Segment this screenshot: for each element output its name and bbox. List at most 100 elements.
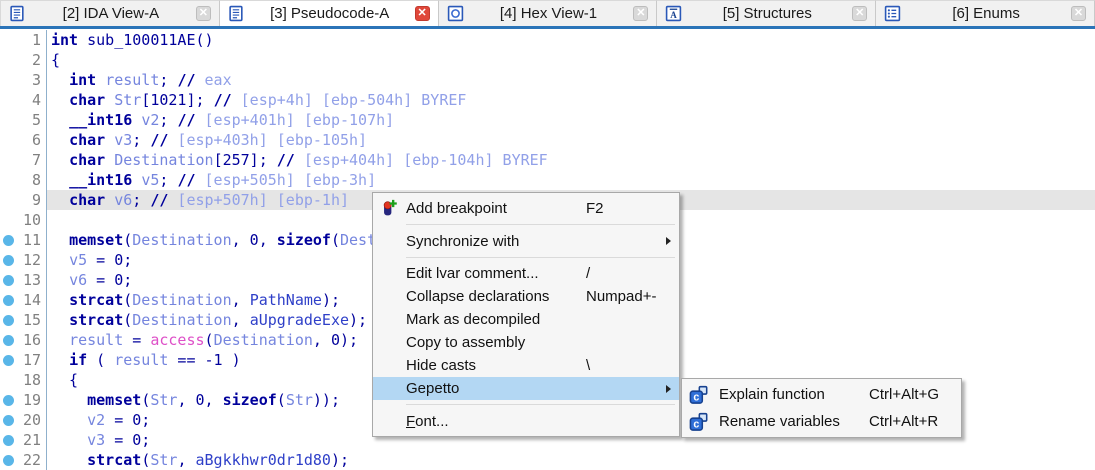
breakpoint-dot[interactable]	[3, 455, 14, 466]
structures-icon: A	[665, 5, 682, 22]
breakpoint-dot[interactable]	[3, 275, 14, 286]
gutter: 5	[0, 110, 47, 130]
code-token: [esp+4h] [ebp-504h] BYREF	[232, 91, 467, 109]
code-line[interactable]: char Str[1021]; // [esp+4h] [ebp-504h] B…	[47, 90, 1095, 110]
code-token: int	[69, 71, 96, 89]
breakpoint-dot[interactable]	[3, 395, 14, 406]
code-token: Str	[286, 391, 313, 409]
gutter: 7	[0, 150, 47, 170]
breakpoint-dot[interactable]	[3, 415, 14, 426]
code-token: //	[150, 191, 168, 209]
tab--2-ida-view-a[interactable]: [2] IDA View-A ✕	[0, 0, 220, 26]
gepetto-icon: c	[689, 412, 708, 431]
breakpoint-dot[interactable]	[3, 255, 14, 266]
code-token	[51, 131, 69, 149]
tab-close-icon[interactable]: ✕	[415, 6, 430, 21]
code-token: (	[277, 391, 286, 409]
code-token: {	[51, 371, 78, 389]
menu-item-label: Collapse declarations	[406, 288, 549, 305]
code-token	[51, 91, 69, 109]
menu-item-synchronize-with[interactable]: Synchronize with	[373, 229, 679, 253]
code-token: strcat	[87, 451, 141, 469]
breakpoint-dot[interactable]	[3, 435, 14, 446]
code-line[interactable]: strcat(Str, aBgkkhwr0dr1d80);	[47, 450, 1095, 470]
submenu-item-explain-function[interactable]: c Explain function Ctrl+Alt+G	[682, 381, 961, 408]
code-line[interactable]: {	[47, 50, 1095, 70]
code-line[interactable]: int result; // eax	[47, 70, 1095, 90]
line-number: 16	[23, 330, 46, 350]
tab-label: [6] Enums	[907, 5, 1065, 22]
tab-close-icon[interactable]: ✕	[196, 6, 211, 21]
hex-view-icon	[447, 5, 464, 22]
line-number: 3	[32, 70, 46, 90]
code-token: = 0;	[105, 431, 150, 449]
code-token: v5	[141, 171, 159, 189]
menu-item-label: Mark as decompiled	[406, 311, 540, 328]
breakpoint-dot[interactable]	[3, 315, 14, 326]
code-token: [1021];	[141, 91, 213, 109]
tab-close-icon[interactable]: ✕	[852, 6, 867, 21]
breakpoint-dot[interactable]	[3, 295, 14, 306]
gutter: 6	[0, 130, 47, 150]
menu-item-shortcut: Numpad+-	[586, 288, 656, 305]
breakpoint-dot[interactable]	[3, 335, 14, 346]
menu-item-label: Edit lvar comment...	[406, 265, 539, 282]
code-token: ;	[159, 111, 177, 129]
menu-item-copy-to-assembly[interactable]: Copy to assembly	[373, 331, 679, 354]
pseudocode-icon	[228, 5, 245, 22]
menu-item-gepetto[interactable]: Gepetto	[373, 377, 679, 400]
gutter: 18	[0, 370, 47, 390]
gepetto-icon: c	[689, 385, 708, 404]
gutter: 21	[0, 430, 47, 450]
code-token	[51, 111, 69, 129]
code-line[interactable]: char v3; // [esp+403h] [ebp-105h]	[47, 130, 1095, 150]
code-line[interactable]: int sub_100011AE()	[47, 30, 1095, 50]
line-number: 20	[23, 410, 46, 430]
gutter: 10	[0, 210, 47, 230]
menu-item-label: Gepetto	[406, 380, 459, 397]
code-token: Str	[114, 91, 141, 109]
line-number: 13	[23, 270, 46, 290]
code-token: //	[277, 151, 295, 169]
breakpoint-dot[interactable]	[3, 235, 14, 246]
menu-item-mark-as-decompiled[interactable]: Mark as decompiled	[373, 308, 679, 331]
code-token: ;	[132, 191, 150, 209]
code-token	[51, 431, 87, 449]
tab--6-enums[interactable]: [6] Enums ✕	[876, 0, 1095, 26]
submenu-item-rename-variables[interactable]: c Rename variables Ctrl+Alt+R	[682, 408, 961, 435]
code-token: char	[69, 91, 105, 109]
tab-close-icon[interactable]: ✕	[1071, 6, 1086, 21]
code-token: ,	[232, 291, 250, 309]
tab--4-hex-view-1[interactable]: [4] Hex View-1 ✕	[439, 0, 658, 26]
menu-item-collapse-declarations[interactable]: Collapse declarations Numpad+-	[373, 285, 679, 308]
gutter: 4	[0, 90, 47, 110]
code-token: v6	[69, 271, 87, 289]
menu-item-hide-casts[interactable]: Hide casts \	[373, 354, 679, 377]
gutter: 13	[0, 270, 47, 290]
menu-item-add-breakpoint[interactable]: Add breakpoint F2	[373, 196, 679, 220]
line-number: 8	[32, 170, 46, 190]
code-line[interactable]: __int16 v5; // [esp+505h] [ebp-3h]	[47, 170, 1095, 190]
code-token	[51, 351, 69, 369]
tab-label: [2] IDA View-A	[32, 5, 190, 22]
tab--3-pseudocode-a[interactable]: [3] Pseudocode-A ✕	[220, 0, 439, 26]
code-token: );	[331, 451, 349, 469]
code-line[interactable]: char Destination[257]; // [esp+404h] [eb…	[47, 150, 1095, 170]
menu-item-label: Copy to assembly	[406, 334, 525, 351]
tab-label: [3] Pseudocode-A	[251, 5, 409, 22]
code-token: ,	[232, 311, 250, 329]
enums-icon	[884, 5, 901, 22]
menu-item-font[interactable]: Font...	[373, 409, 679, 433]
breakpoint-dot[interactable]	[3, 355, 14, 366]
gutter: 8	[0, 170, 47, 190]
code-line[interactable]: __int16 v2; // [esp+401h] [ebp-107h]	[47, 110, 1095, 130]
code-row: 7 char Destination[257]; // [esp+404h] […	[0, 150, 1095, 170]
menu-item-edit-lvar-comment[interactable]: Edit lvar comment... /	[373, 262, 679, 285]
tab--5-structures[interactable]: A [5] Structures ✕	[657, 0, 876, 26]
tab-close-icon[interactable]: ✕	[633, 6, 648, 21]
submenu-item-shortcut: Ctrl+Alt+R	[869, 413, 938, 430]
gutter: 22	[0, 450, 47, 470]
code-token: strcat	[69, 291, 123, 309]
code-token: [esp+403h] [ebp-105h]	[168, 131, 367, 149]
code-row: 1 int sub_100011AE()	[0, 30, 1095, 50]
